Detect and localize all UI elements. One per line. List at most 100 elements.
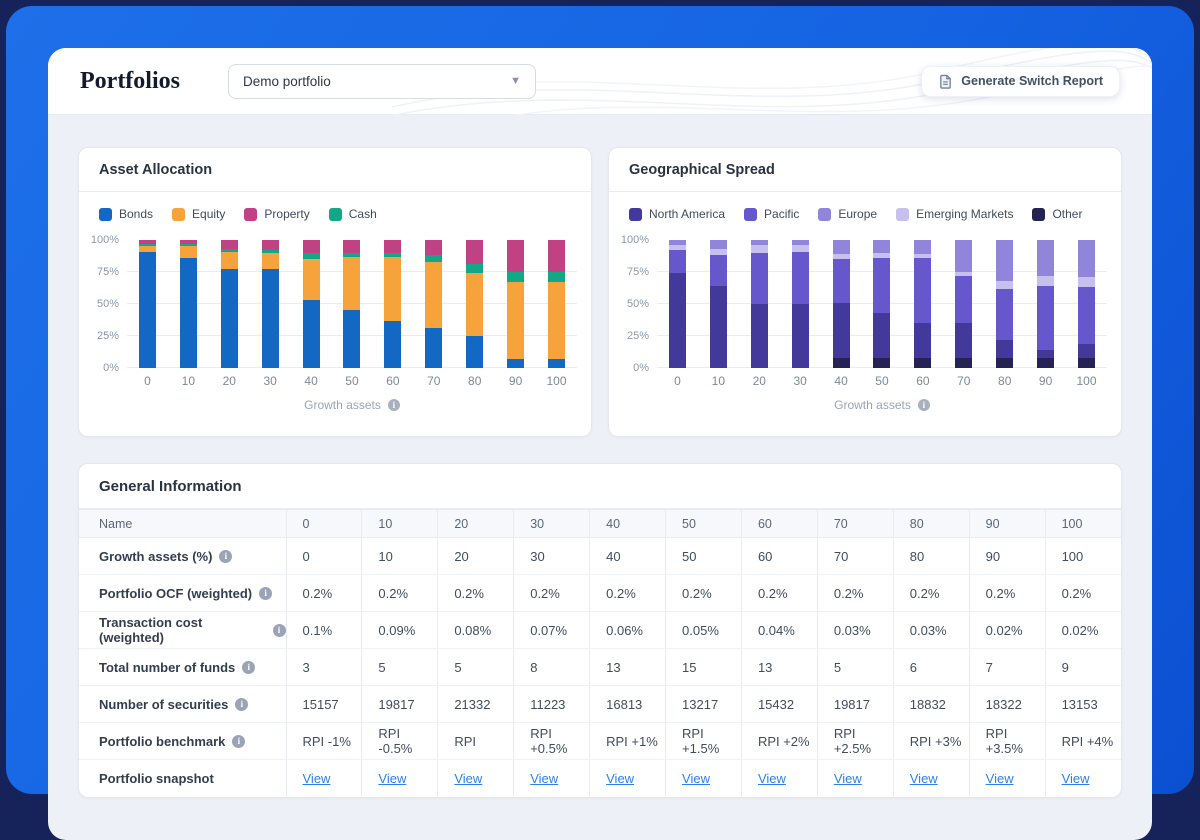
asset-allocation-card: Asset Allocation BondsEquityPropertyCash… xyxy=(78,147,592,437)
table-body: Growth assets (%)i0102030405060708090100… xyxy=(79,538,1121,797)
table-value-cell: 6 xyxy=(893,649,969,686)
info-icon[interactable]: i xyxy=(918,399,930,411)
bar-segment-north-america xyxy=(792,304,809,368)
stacked-bar-70[interactable] xyxy=(425,240,442,368)
legend-item-property[interactable]: Property xyxy=(244,207,309,221)
stacked-bar-30[interactable] xyxy=(792,240,809,368)
legend-item-emerging-markets[interactable]: Emerging Markets xyxy=(896,207,1013,221)
x-tick-label: 20 xyxy=(739,374,780,388)
bar-segment-other xyxy=(1078,358,1095,368)
bar-segment-europe xyxy=(833,240,850,254)
view-snapshot-link[interactable]: View xyxy=(606,771,634,786)
table-value-cell: 19817 xyxy=(817,686,893,723)
stacked-bar-90[interactable] xyxy=(507,240,524,368)
stacked-bar-10[interactable] xyxy=(180,240,197,368)
stacked-bar-100[interactable] xyxy=(548,240,565,368)
table-value-cell: 60 xyxy=(741,538,817,575)
bar-segment-emerging-markets xyxy=(1078,277,1095,287)
stacked-bar-100[interactable] xyxy=(1078,240,1095,368)
generate-switch-report-button[interactable]: Generate Switch Report xyxy=(921,66,1120,97)
content-area: Asset Allocation BondsEquityPropertyCash… xyxy=(48,115,1152,798)
bar-slot-80 xyxy=(984,240,1025,368)
bar-segment-bonds xyxy=(303,300,320,368)
table-value-cell: RPI +1% xyxy=(590,723,666,760)
stacked-bar-20[interactable] xyxy=(221,240,238,368)
legend-item-europe[interactable]: Europe xyxy=(818,207,877,221)
bar-segment-property xyxy=(466,240,483,264)
bar-segment-north-america xyxy=(1078,344,1095,358)
view-snapshot-link[interactable]: View xyxy=(378,771,406,786)
stacked-bar-80[interactable] xyxy=(996,240,1013,368)
bar-segment-cash xyxy=(466,264,483,273)
bar-segment-pacific xyxy=(955,276,972,323)
info-icon[interactable]: i xyxy=(388,399,400,411)
view-snapshot-link[interactable]: View xyxy=(910,771,938,786)
chevron-down-icon: ▼ xyxy=(510,75,521,87)
stacked-bar-50[interactable] xyxy=(343,240,360,368)
view-snapshot-link[interactable]: View xyxy=(758,771,786,786)
stacked-bar-60[interactable] xyxy=(914,240,931,368)
bar-segment-property xyxy=(384,240,401,253)
table-header-cell: 20 xyxy=(438,510,514,538)
view-snapshot-link[interactable]: View xyxy=(1062,771,1090,786)
table-value-cell: 0.02% xyxy=(969,612,1045,649)
view-snapshot-link[interactable]: View xyxy=(303,771,331,786)
view-snapshot-link[interactable]: View xyxy=(834,771,862,786)
table-value-cell: 0 xyxy=(286,538,362,575)
info-icon[interactable]: i xyxy=(259,587,272,600)
stacked-bar-30[interactable] xyxy=(262,240,279,368)
legend-item-north-america[interactable]: North America xyxy=(629,207,725,221)
bar-segment-equity xyxy=(221,252,238,270)
stacked-bar-80[interactable] xyxy=(466,240,483,368)
legend-item-cash[interactable]: Cash xyxy=(329,207,377,221)
view-snapshot-link[interactable]: View xyxy=(530,771,558,786)
bar-segment-bonds xyxy=(507,359,524,368)
row-label: Portfolio benchmark xyxy=(99,734,225,749)
legend-item-bonds[interactable]: Bonds xyxy=(99,207,153,221)
bar-segment-bonds xyxy=(466,336,483,368)
x-tick-label: 80 xyxy=(984,374,1025,388)
legend-item-other[interactable]: Other xyxy=(1032,207,1082,221)
stacked-bar-10[interactable] xyxy=(710,240,727,368)
legend-item-equity[interactable]: Equity xyxy=(172,207,225,221)
table-value-cell: RPI xyxy=(438,723,514,760)
stacked-bar-20[interactable] xyxy=(751,240,768,368)
stacked-bar-70[interactable] xyxy=(955,240,972,368)
y-tick-label: 75% xyxy=(97,266,119,278)
legend-label: Bonds xyxy=(119,207,153,221)
bar-segment-north-america xyxy=(996,340,1013,358)
table-value-cell: 10 xyxy=(362,538,438,575)
x-tick-label: 60 xyxy=(372,374,413,388)
stacked-bar-40[interactable] xyxy=(833,240,850,368)
view-snapshot-link[interactable]: View xyxy=(682,771,710,786)
table-value-cell: View xyxy=(514,760,590,797)
legend-swatch xyxy=(896,208,909,221)
y-tick-label: 50% xyxy=(97,298,119,310)
bar-segment-bonds xyxy=(425,328,442,368)
view-snapshot-link[interactable]: View xyxy=(454,771,482,786)
stacked-bar-60[interactable] xyxy=(384,240,401,368)
info-icon[interactable]: i xyxy=(273,624,286,637)
stacked-bar-0[interactable] xyxy=(139,240,156,368)
stacked-bar-90[interactable] xyxy=(1037,240,1054,368)
stacked-bar-40[interactable] xyxy=(303,240,320,368)
info-icon[interactable]: i xyxy=(235,698,248,711)
table-value-cell: 5 xyxy=(438,649,514,686)
info-icon[interactable]: i xyxy=(219,550,232,563)
legend-item-pacific[interactable]: Pacific xyxy=(744,207,799,221)
legend-label: Equity xyxy=(192,207,225,221)
stacked-bar-50[interactable] xyxy=(873,240,890,368)
table-value-cell: 9 xyxy=(1045,649,1121,686)
bar-segment-europe xyxy=(996,240,1013,281)
portfolio-select[interactable]: Demo portfolio ▼ xyxy=(228,64,536,99)
x-tick-label: 30 xyxy=(250,374,291,388)
info-icon[interactable]: i xyxy=(242,661,255,674)
stacked-bar-0[interactable] xyxy=(669,240,686,368)
bar-segment-europe xyxy=(873,240,890,253)
page-title: Portfolios xyxy=(80,68,180,95)
view-snapshot-link[interactable]: View xyxy=(986,771,1014,786)
info-icon[interactable]: i xyxy=(232,735,245,748)
legend-label: Europe xyxy=(838,207,877,221)
table-header-cell: 100 xyxy=(1045,510,1121,538)
bar-slot-100 xyxy=(536,240,577,368)
